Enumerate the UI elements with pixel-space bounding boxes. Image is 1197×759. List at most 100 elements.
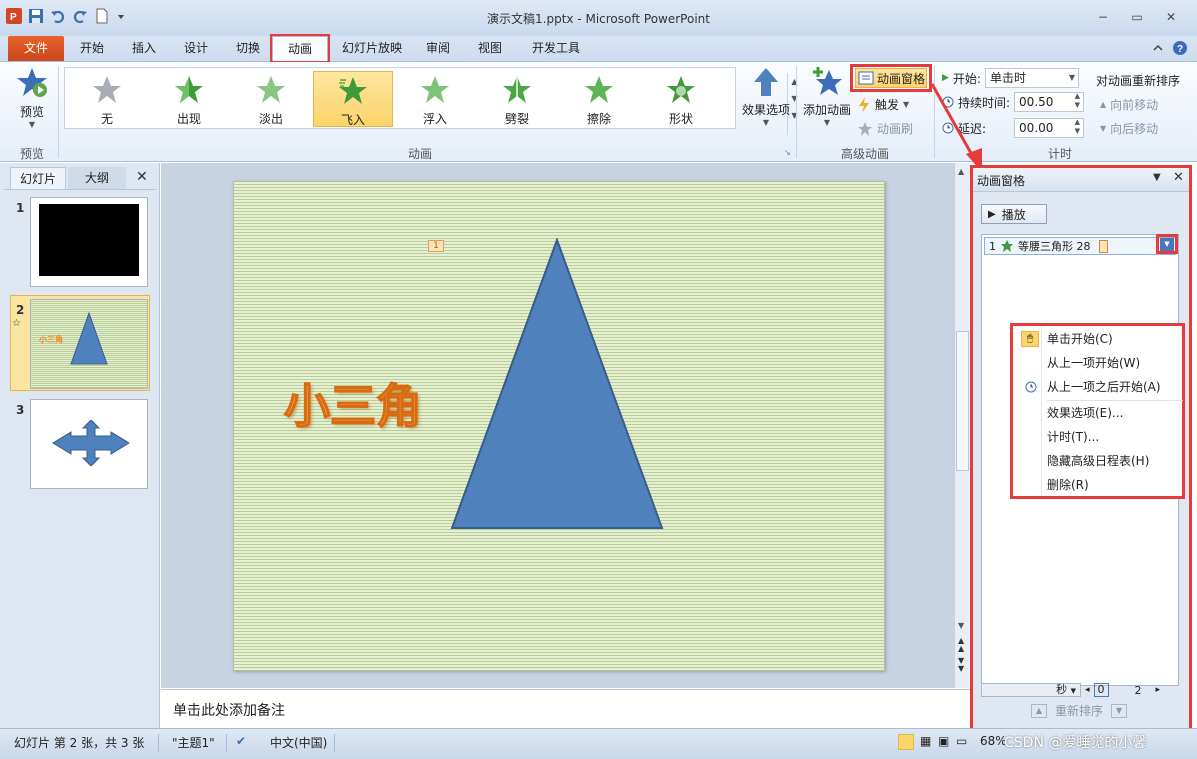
close-pane-icon[interactable]: ✕ — [136, 169, 148, 185]
thumb-title: 小三角 — [39, 335, 63, 344]
trigger-button[interactable]: 触发 ▼ — [857, 96, 909, 113]
start-select[interactable]: 单击时 ▼ — [984, 68, 1079, 88]
gallery-item-appear[interactable]: 出现 — [149, 71, 229, 127]
timeline-bar — [1098, 239, 1108, 253]
duration-value: 00.50 — [1019, 95, 1054, 109]
red-arrow-annotation — [930, 83, 982, 172]
slide-thumb-2[interactable]: 小三角 — [30, 299, 148, 389]
down-triangle-icon: ▼ — [1100, 124, 1107, 133]
language[interactable]: 中文(中国) — [270, 734, 327, 751]
gallery-item-float-in[interactable]: 浮入 — [395, 71, 475, 127]
tab-home[interactable]: 开始 — [72, 36, 112, 61]
effect-options-button[interactable]: 效果选项 ▼ — [740, 66, 792, 127]
close-button[interactable]: ✕ — [1158, 8, 1184, 26]
close-pane-icon[interactable]: ✕ — [1173, 170, 1184, 185]
animation-list[interactable]: 1 等腰三角形 28 ▼ 🖱 单击开始(C) 从上一项开始(W) 从上一项之后开… — [981, 234, 1185, 686]
menu-item-label: 单击开始(C) — [1047, 332, 1113, 346]
scroll-down-icon[interactable]: ▼ — [958, 621, 964, 630]
preview-button[interactable]: 预览 ▼ — [14, 66, 50, 129]
effect-options-label: 效果选项 — [741, 103, 790, 117]
star-green-icon — [503, 75, 531, 105]
spellcheck-icon[interactable]: ✔ — [236, 734, 246, 748]
slide-thumb-3[interactable] — [30, 399, 148, 489]
zoom-level[interactable]: 68% — [980, 734, 1007, 748]
gallery-item-shape[interactable]: 形状 — [641, 71, 721, 127]
tab-slideshow[interactable]: 幻灯片放映 — [336, 36, 408, 61]
menu-item-start-on-click[interactable]: 🖱 单击开始(C) — [1021, 328, 1171, 350]
tab-slides[interactable]: 幻灯片 — [10, 167, 66, 189]
gallery-item-fly-in[interactable]: 飞入 — [313, 71, 393, 127]
menu-item-effect-options[interactable]: 效果选项(E)... — [1021, 402, 1171, 424]
prev-slide-icon[interactable]: ▲ ▲ — [958, 637, 964, 653]
notes-pane[interactable]: 单击此处添加备注 — [161, 689, 970, 727]
menu-item-start-with-previous[interactable]: 从上一项开始(W) — [1021, 352, 1171, 374]
duration-spin-icon[interactable]: ▲ ▼ — [1075, 92, 1080, 110]
gallery-item-fade[interactable]: 淡出 — [231, 71, 311, 127]
duration-stepper[interactable]: 00.50 ▲ ▼ — [1014, 92, 1085, 112]
preview-label: 预览 — [19, 105, 44, 119]
dialog-launcher-icon[interactable]: ↘ — [784, 148, 791, 157]
menu-item-delete[interactable]: 删除(R) — [1021, 474, 1171, 496]
lightning-icon — [859, 96, 869, 113]
normal-view-icon[interactable] — [898, 734, 914, 750]
menu-item-start-after-previous[interactable]: 从上一项之后开始(A) — [1021, 376, 1171, 398]
move-later-label: 向后移动 — [1110, 122, 1159, 136]
help-icon[interactable]: ? — [1172, 40, 1188, 59]
minimize-button[interactable]: − — [1090, 8, 1116, 26]
slide-title[interactable]: 小三角 — [283, 370, 423, 436]
reorder-up-icon[interactable]: ▲ — [1031, 703, 1047, 718]
delay-spin-icon[interactable]: ▲ ▼ — [1075, 118, 1080, 136]
animation-item-name: 等腰三角形 28 — [1018, 240, 1091, 253]
move-later-button[interactable]: ▼ 向后移动 — [1100, 120, 1158, 137]
scroll-thumb[interactable] — [956, 331, 969, 471]
next-slide-icon[interactable]: ▼ ▼ — [958, 657, 964, 673]
reorder-down-icon[interactable]: ▼ — [1111, 703, 1128, 718]
add-animation-dropdown-icon: ▼ — [823, 118, 831, 127]
timeline-right-icon[interactable]: ▸ — [1156, 685, 1161, 695]
timeline-left-icon[interactable]: ◂ — [1085, 685, 1090, 695]
reading-view-icon[interactable]: ▣ — [938, 734, 949, 748]
delay-stepper[interactable]: 00.00 ▲ ▼ — [1014, 118, 1085, 138]
slide-sorter-icon[interactable]: ▦ — [920, 734, 931, 748]
gallery-label-split: 劈裂 — [504, 112, 529, 126]
vertical-scrollbar[interactable]: ▲ ▼ ▲ ▲ ▼ ▼ — [954, 163, 970, 688]
add-animation-button[interactable]: 添加动画 ▼ — [800, 66, 854, 127]
restore-button[interactable]: ▭ — [1124, 8, 1150, 26]
tab-outline[interactable]: 大纲 — [68, 167, 126, 189]
animation-order-tag[interactable]: 1 — [428, 240, 444, 252]
move-earlier-button[interactable]: ▲ 向前移动 — [1100, 96, 1158, 113]
theme-name[interactable]: "主题1" — [172, 734, 215, 751]
play-button[interactable]: ▶ 播放 — [981, 204, 1047, 224]
tab-view[interactable]: 视图 — [470, 36, 510, 61]
slide-canvas[interactable]: 1 小三角 — [233, 181, 885, 671]
tab-animations[interactable]: 动画 — [270, 34, 330, 63]
gallery-item-split[interactable]: 劈裂 — [477, 71, 557, 127]
svg-text:?: ? — [1177, 44, 1183, 55]
slide-thumb-1[interactable] — [30, 197, 148, 287]
group-timing-label: 计时 — [1047, 147, 1072, 161]
menu-item-timing[interactable]: 计时(T)... — [1021, 426, 1171, 448]
slide-number: 2 — [16, 303, 25, 317]
gallery-item-none[interactable]: 无 — [67, 71, 147, 127]
tab-review[interactable]: 审阅 — [418, 36, 458, 61]
isosceles-triangle[interactable] — [450, 238, 664, 532]
collapse-ribbon-icon[interactable] — [1152, 42, 1164, 57]
item-dropdown-arrow-icon[interactable]: ▼ — [1160, 238, 1174, 251]
tab-transitions[interactable]: 切换 — [228, 36, 268, 61]
reorder-label: 重新排序 — [1055, 704, 1104, 718]
pane-options-icon[interactable]: ▼ — [1153, 172, 1161, 183]
tab-file[interactable]: 文件 — [8, 36, 64, 61]
star-green-icon — [421, 76, 449, 103]
animation-item[interactable]: 1 等腰三角形 28 — [984, 237, 1176, 255]
animation-pane-button[interactable]: 动画窗格 — [855, 68, 927, 88]
time-unit-select[interactable]: 秒 ▼ — [981, 683, 1081, 697]
gallery-item-wipe[interactable]: 擦除 — [559, 71, 639, 127]
animation-painter-button[interactable]: 动画刷 — [857, 120, 913, 137]
tab-insert[interactable]: 插入 — [124, 36, 164, 61]
slideshow-icon[interactable]: ▭ — [956, 734, 967, 748]
timeline-start: 0 — [1093, 683, 1109, 697]
trigger-dropdown-icon: ▼ — [903, 100, 910, 109]
tab-developer[interactable]: 开发工具 — [524, 36, 588, 61]
menu-item-hide-advanced-timeline[interactable]: 隐藏高级日程表(H) — [1021, 450, 1171, 472]
tab-design[interactable]: 设计 — [176, 36, 216, 61]
